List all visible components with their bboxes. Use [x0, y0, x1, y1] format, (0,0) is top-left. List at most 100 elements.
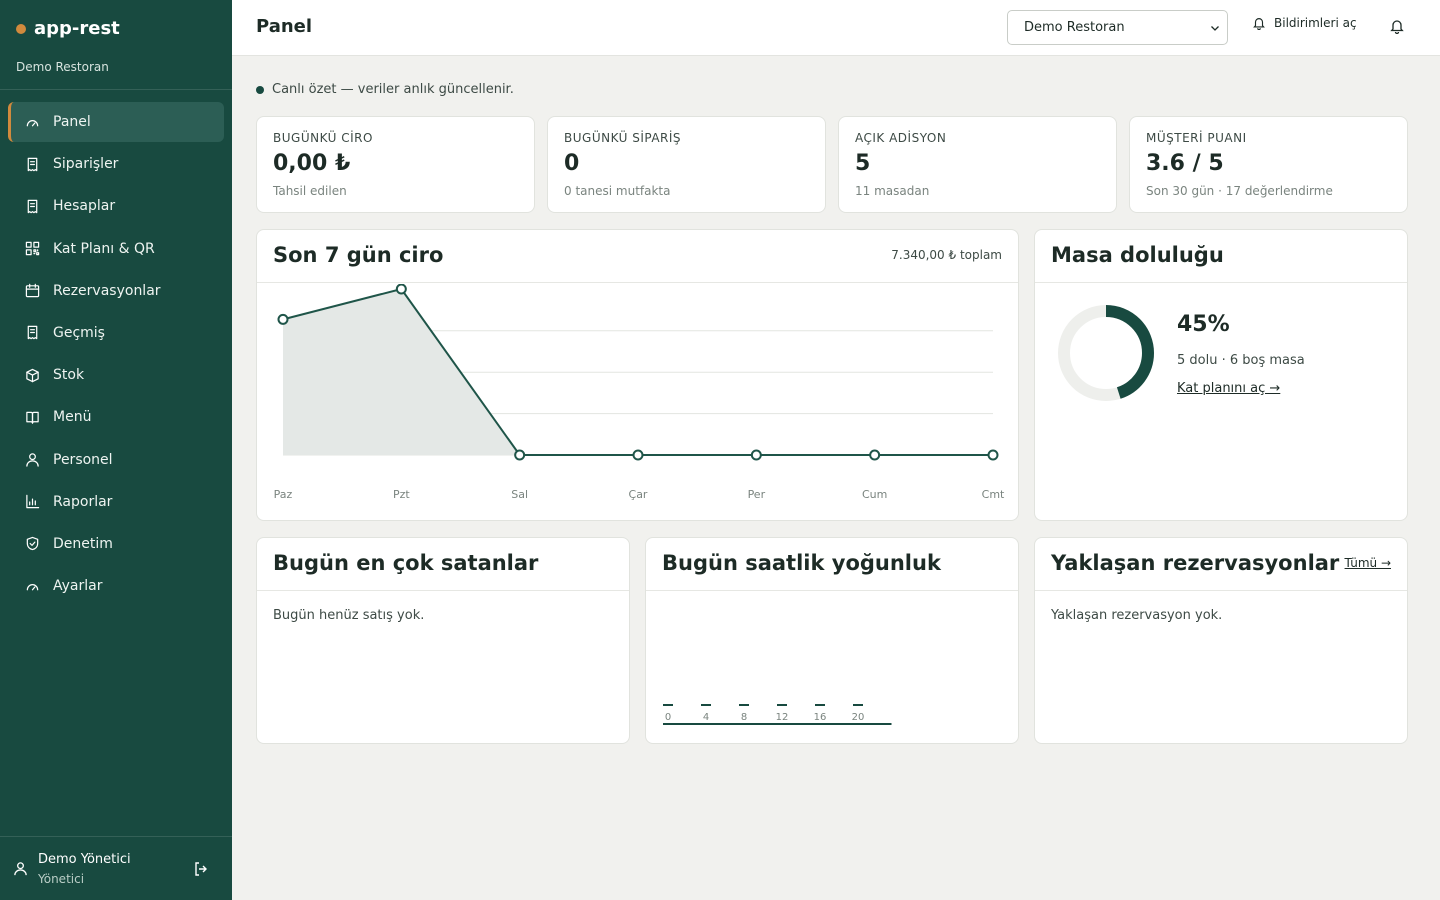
enable-notifications-label: Bildirimleri aç	[1274, 16, 1357, 30]
sidebar-item-ayarlar[interactable]: Ayarlar	[8, 566, 224, 606]
hourly-bar	[862, 723, 873, 725]
page-title: Panel	[256, 16, 313, 37]
reservations-card: Yaklaşan rezervasyonlar Tümü → Yaklaşan …	[1034, 537, 1408, 744]
brand-subtitle: Demo Restoran	[16, 60, 109, 74]
sidebar-item-label: Hesaplar	[53, 198, 116, 215]
sidebar-item-personel[interactable]: Personel	[8, 440, 224, 480]
tick-mark	[815, 704, 825, 706]
hourly-card: Bugün saatlik yoğunluk 0 4 8 12 16 20	[645, 537, 1019, 744]
hourly-chart: 0 4 8 12 16 20	[663, 704, 892, 725]
x-tick-label: 20	[852, 712, 865, 723]
x-tick-label: Çar	[629, 488, 648, 501]
x-tick-label: Cmt	[982, 488, 1005, 501]
logout-icon[interactable]	[193, 861, 209, 877]
stat-sub: Son 30 gün · 17 değerlendirme	[1146, 184, 1333, 198]
enable-notifications-button[interactable]: Bildirimleri aç	[1252, 16, 1357, 30]
x-tick-label: 0	[665, 712, 671, 723]
restaurant-select[interactable]: Demo Restoran	[1007, 10, 1228, 45]
tick-mark	[663, 704, 673, 706]
tick-mark	[701, 704, 711, 706]
revenue-total: 7.340,00 ₺ toplam	[891, 248, 1002, 262]
sidebar-item-raporlar[interactable]: Raporlar	[8, 482, 224, 522]
stat-label: MÜŞTERİ PUANI	[1146, 131, 1247, 145]
sidebar-item-label: Raporlar	[53, 493, 113, 510]
revenue-point[interactable]	[750, 449, 762, 461]
sidebar-item-label: Rezervasyonlar	[53, 282, 161, 299]
stat-label: AÇIK ADİSYON	[855, 131, 947, 145]
hourly-bar	[748, 723, 759, 725]
topbar: Panel Demo Restoran Bildirimleri aç	[232, 0, 1440, 56]
x-tick-label: 4	[703, 712, 709, 723]
sidebar-item-kat-planı-qr[interactable]: Kat Planı & QR	[8, 229, 224, 269]
hourly-bar	[824, 723, 835, 725]
x-tick-label: Paz	[274, 488, 293, 501]
revenue-point[interactable]	[632, 449, 644, 461]
stat-value: 0,00 ₺	[273, 151, 351, 176]
open-floor-plan-link[interactable]: Kat planını aç →	[1177, 381, 1280, 396]
card-title: Masa doluluğu	[1051, 243, 1224, 267]
x-tick-label: Pzt	[393, 488, 410, 501]
card-title: Bugün en çok satanlar	[273, 551, 539, 575]
sidebar-item-rezervasyonlar[interactable]: Rezervasyonlar	[8, 271, 224, 311]
hourly-bar	[720, 723, 730, 725]
sidebar-item-label: Stok	[53, 367, 85, 384]
sidebar-item-denetim[interactable]: Denetim	[8, 524, 224, 564]
hourly-bar	[758, 723, 768, 725]
all-reservations-link[interactable]: Tümü →	[1345, 556, 1391, 570]
gauge-icon	[24, 114, 40, 130]
user-icon	[14, 862, 27, 876]
hourly-bar	[786, 723, 797, 725]
stat-value: 5	[855, 151, 871, 176]
hourly-bar	[872, 723, 882, 725]
x-tick-label: Cum	[862, 488, 887, 501]
card-title: Yaklaşan rezervasyonlar	[1051, 551, 1340, 575]
brand-dot-icon	[16, 23, 26, 34]
revenue-point[interactable]	[514, 449, 526, 461]
revenue-point[interactable]	[395, 284, 407, 295]
hourly-bar	[777, 723, 787, 725]
revenue-point[interactable]	[869, 449, 881, 461]
receipt-icon	[24, 156, 40, 172]
stat-card-orders: BUGÜNKÜ SİPARİŞ 0 0 tanesi mutfakta	[547, 116, 826, 213]
brand[interactable]: app-rest	[16, 18, 120, 39]
card-header: Yaklaşan rezervasyonlar Tümü →	[1035, 538, 1407, 591]
sidebar-item-label: Ayarlar	[53, 578, 103, 595]
stat-value: 0	[564, 151, 580, 176]
live-dot-icon	[256, 85, 264, 94]
sidebar-item-menü[interactable]: Menü	[8, 397, 224, 437]
live-status-text: Canlı özet — veriler anlık güncellenir.	[272, 82, 514, 97]
sidebar-item-stok[interactable]: Stok	[8, 355, 224, 395]
restaurant-select-value: Demo Restoran	[1024, 20, 1125, 35]
sidebar-item-hesaplar[interactable]: Hesaplar	[8, 186, 224, 226]
x-tick-label: Sal	[511, 488, 528, 501]
shield-icon	[24, 536, 40, 552]
hourly-bar	[767, 723, 778, 725]
sidebar-item-geçmiş[interactable]: Geçmiş	[8, 313, 224, 353]
hourly-bar	[691, 723, 702, 725]
stat-sub: Tahsil edilen	[273, 184, 347, 198]
stat-sub: 0 tanesi mutfakta	[564, 184, 671, 198]
hourly-bar	[805, 723, 816, 725]
revenue-point[interactable]	[277, 313, 289, 325]
user-role: Yönetici	[38, 872, 85, 886]
tick-mark	[853, 704, 863, 706]
x-tick-label: 8	[741, 712, 747, 723]
hourly-bar	[853, 723, 863, 725]
top-sellers-card: Bugün en çok satanlar Bugün henüz satış …	[256, 537, 630, 744]
hourly-bar	[710, 723, 721, 725]
hourly-bar	[815, 723, 825, 725]
sidebar-item-panel[interactable]: Panel	[8, 102, 224, 142]
user-name: Demo Yönetici	[38, 852, 131, 867]
gauge-icon	[24, 578, 40, 594]
empty-state: Bugün henüz satış yok.	[273, 608, 425, 623]
sidebar-divider	[0, 89, 232, 90]
bar-chart-icon	[24, 494, 40, 510]
hourly-bar	[701, 723, 711, 725]
revenue-point[interactable]	[987, 449, 999, 461]
sidebar-item-siparişler[interactable]: Siparişler	[8, 144, 224, 184]
receipt-icon	[24, 325, 40, 341]
stat-card-open-bills: AÇIK ADİSYON 5 11 masadan	[838, 116, 1117, 213]
revenue-card: Son 7 gün ciro 7.340,00 ₺ toplam Paz Pzt S…	[256, 229, 1019, 521]
bell-icon[interactable]	[1389, 18, 1405, 34]
hourly-bar	[796, 723, 806, 725]
